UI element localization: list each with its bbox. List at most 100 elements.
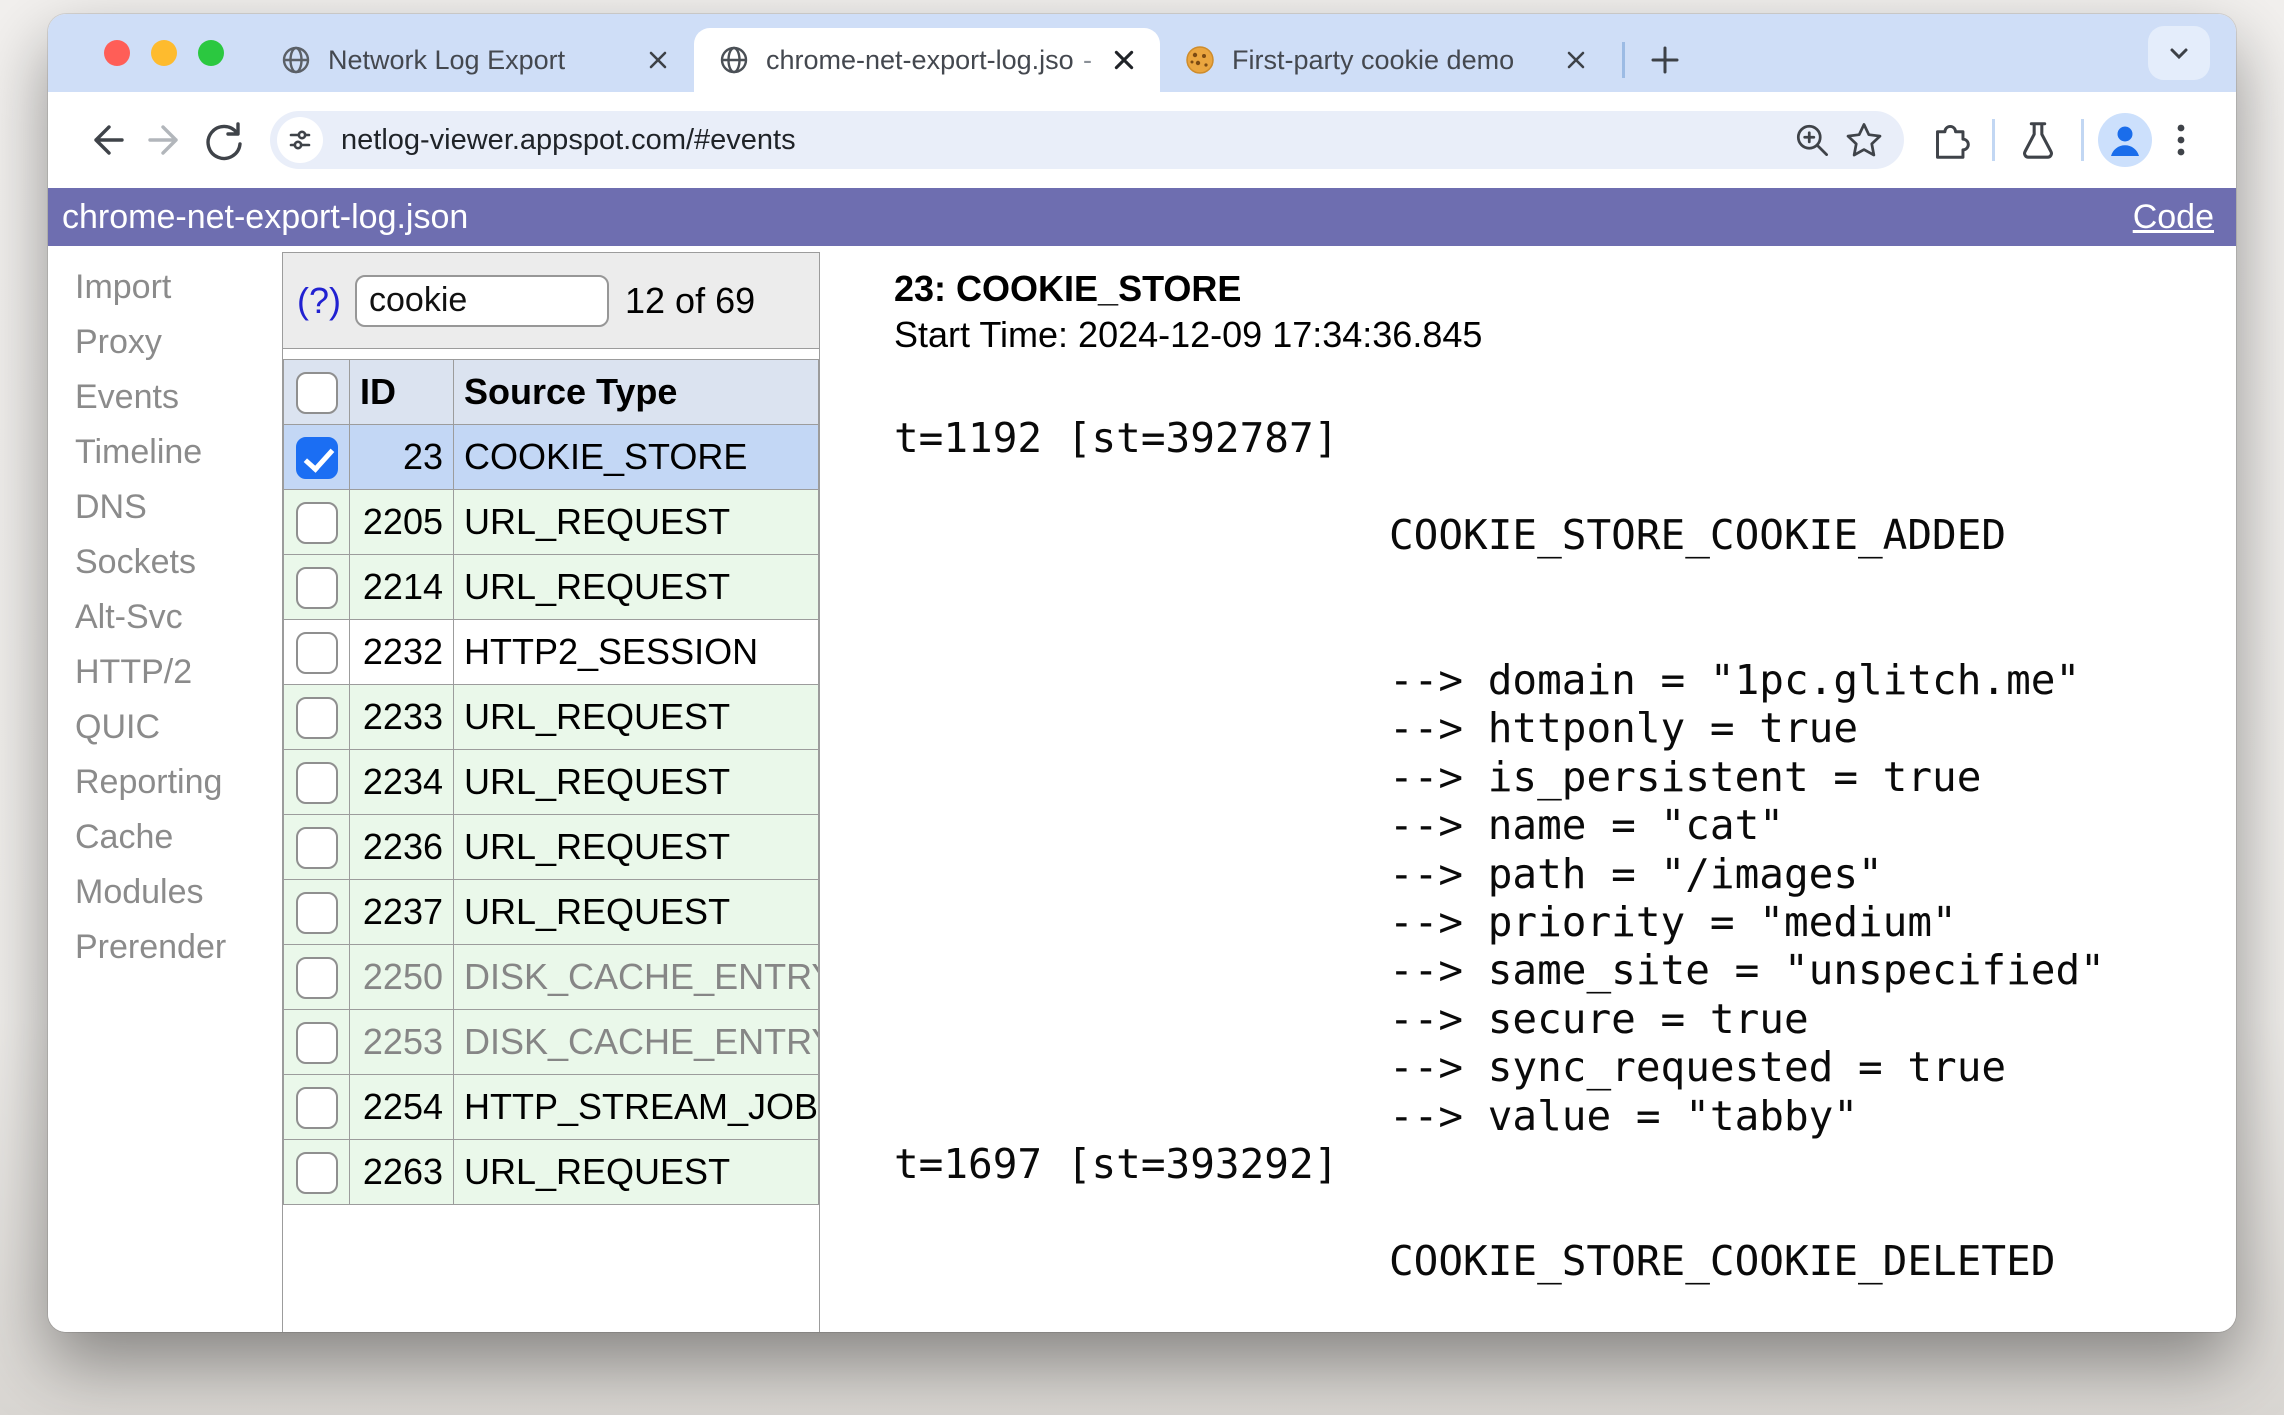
select-all-checkbox[interactable] (295, 372, 338, 415)
extensions-icon[interactable] (1920, 111, 1978, 169)
table-row[interactable]: 2253 DISK_CACHE_ENTRY (283, 1009, 819, 1075)
table-row[interactable]: 2250 DISK_CACHE_ENTRY (283, 944, 819, 1010)
table-row[interactable]: 2234 URL_REQUEST (283, 749, 819, 815)
bookmark-star-icon[interactable] (1838, 114, 1890, 166)
table-gap (283, 349, 819, 359)
row-id: 2232 (349, 619, 454, 685)
row-checkbox[interactable] (295, 827, 338, 870)
site-settings-icon[interactable] (277, 117, 323, 163)
menu-kebab-icon[interactable] (2152, 111, 2210, 169)
table-row[interactable]: 23 COOKIE_STORE (283, 424, 819, 490)
sidebar-item[interactable]: Alt-Svc (75, 590, 282, 645)
address-bar[interactable]: netlog-viewer.appspot.com/#events (270, 111, 1904, 169)
sidebar-item[interactable]: Reporting (75, 755, 282, 810)
filter-bar: (?) 12 of 69 (283, 253, 819, 349)
profile-avatar[interactable] (2098, 113, 2152, 167)
row-checkbox-cell[interactable] (283, 684, 350, 750)
table-row[interactable]: 2233 URL_REQUEST (283, 684, 819, 750)
row-id: 2237 (349, 879, 454, 945)
row-checkbox[interactable] (295, 1152, 338, 1195)
labs-flask-icon[interactable] (2009, 111, 2067, 169)
forward-button[interactable] (136, 111, 194, 169)
row-source-type: URL_REQUEST (453, 814, 819, 880)
log-param: --> domain = "1pc.glitch.me" (1389, 656, 2081, 705)
sidebar-item[interactable]: Cache (75, 810, 282, 865)
table-row[interactable]: 2214 URL_REQUEST (283, 554, 819, 620)
row-checkbox-cell[interactable] (283, 1139, 350, 1205)
tab-title: chrome-net-export-log.json (766, 44, 1073, 75)
row-checkbox[interactable] (295, 1087, 338, 1130)
sidebar-item[interactable]: Sockets (75, 535, 282, 590)
browser-toolbar: netlog-viewer.appspot.com/#events (48, 92, 2236, 188)
log-event-time: t=1192 [st=392787] (894, 414, 1339, 462)
row-checkbox[interactable] (295, 892, 338, 935)
col-header-id: ID (349, 359, 454, 425)
sidebar-item[interactable]: Prerender (75, 920, 282, 975)
row-checkbox[interactable] (295, 437, 338, 480)
tab-search-button[interactable] (2148, 26, 2210, 80)
tab-title-suffix: - (1083, 44, 1092, 75)
row-checkbox-cell[interactable] (283, 1009, 350, 1075)
tab-cookie-demo[interactable]: First-party cookie demo (1160, 28, 1612, 92)
window-close-button[interactable] (104, 40, 130, 66)
row-source-type: DISK_CACHE_ENTRY (453, 1009, 819, 1075)
row-checkbox-cell[interactable] (283, 489, 350, 555)
row-checkbox[interactable] (295, 567, 338, 610)
row-checkbox-cell[interactable] (283, 944, 350, 1010)
row-checkbox-cell[interactable] (283, 554, 350, 620)
tab-close-icon[interactable] (1560, 44, 1592, 76)
tab-close-icon[interactable] (642, 44, 674, 76)
row-checkbox-cell[interactable] (283, 814, 350, 880)
sidebar-item[interactable]: Timeline (75, 425, 282, 480)
row-checkbox-cell[interactable] (283, 424, 350, 490)
filter-input[interactable] (355, 274, 609, 327)
zoom-icon[interactable] (1786, 114, 1838, 166)
code-link[interactable]: Code (2133, 198, 2214, 237)
row-checkbox-cell[interactable] (283, 1074, 350, 1140)
window-zoom-button[interactable] (198, 40, 224, 66)
row-checkbox[interactable] (295, 697, 338, 740)
row-checkbox[interactable] (295, 1022, 338, 1065)
select-all-cell[interactable] (283, 359, 350, 425)
table-row[interactable]: 2263 URL_REQUEST (283, 1139, 819, 1205)
table-row[interactable]: 2237 URL_REQUEST (283, 879, 819, 945)
url-text[interactable]: netlog-viewer.appspot.com/#events (341, 124, 1786, 157)
sidebar-item[interactable]: Import (75, 260, 282, 315)
sidebar-item[interactable]: Events (75, 370, 282, 425)
sidebar-item[interactable]: Proxy (75, 315, 282, 370)
row-id: 2205 (349, 489, 454, 555)
row-id: 23 (349, 424, 454, 490)
sidebar-item[interactable]: QUIC (75, 700, 282, 755)
log-event-time: t=1697 [st=393292] (894, 1140, 1339, 1189)
row-checkbox-cell[interactable] (283, 749, 350, 815)
table-header-row: ID Source Type (283, 359, 819, 425)
new-tab-button[interactable] (1639, 34, 1691, 86)
row-checkbox[interactable] (295, 632, 338, 675)
row-checkbox[interactable] (295, 502, 338, 545)
row-source-type: URL_REQUEST (453, 684, 819, 750)
window-minimize-button[interactable] (151, 40, 177, 66)
table-row[interactable]: 2236 URL_REQUEST (283, 814, 819, 880)
reload-button[interactable] (194, 111, 252, 169)
sidebar-item[interactable]: DNS (75, 480, 282, 535)
back-button[interactable] (78, 111, 136, 169)
traffic-lights (104, 14, 224, 92)
tab-network-log-export[interactable]: Network Log Export (256, 28, 694, 92)
row-checkbox-cell[interactable] (283, 619, 350, 685)
sidebar-item[interactable]: Modules (75, 865, 282, 920)
filter-help-link[interactable]: (?) (297, 280, 341, 322)
row-checkbox[interactable] (295, 762, 338, 805)
sidebar-item[interactable]: HTTP/2 (75, 645, 282, 700)
tab-close-icon[interactable] (1108, 44, 1140, 76)
row-checkbox[interactable] (295, 957, 338, 1000)
row-id: 2250 (349, 944, 454, 1010)
table-row[interactable]: 2232 HTTP2_SESSION (283, 619, 819, 685)
row-checkbox-cell[interactable] (283, 879, 350, 945)
table-row[interactable]: 2205 URL_REQUEST (283, 489, 819, 555)
row-id: 2234 (349, 749, 454, 815)
tab-netlog-json[interactable]: chrome-net-export-log.json - (694, 28, 1160, 92)
sidebar: Import Proxy Events Timeline DNS Sockets Alt-S… (48, 246, 282, 1332)
event-detail-panel: 23: COOKIE_STORE Start Time: 2024-12-09 … (820, 246, 2236, 1332)
log-param: --> secure = true (1389, 994, 1809, 1043)
table-row[interactable]: 2254 HTTP_STREAM_JOB (283, 1074, 819, 1140)
